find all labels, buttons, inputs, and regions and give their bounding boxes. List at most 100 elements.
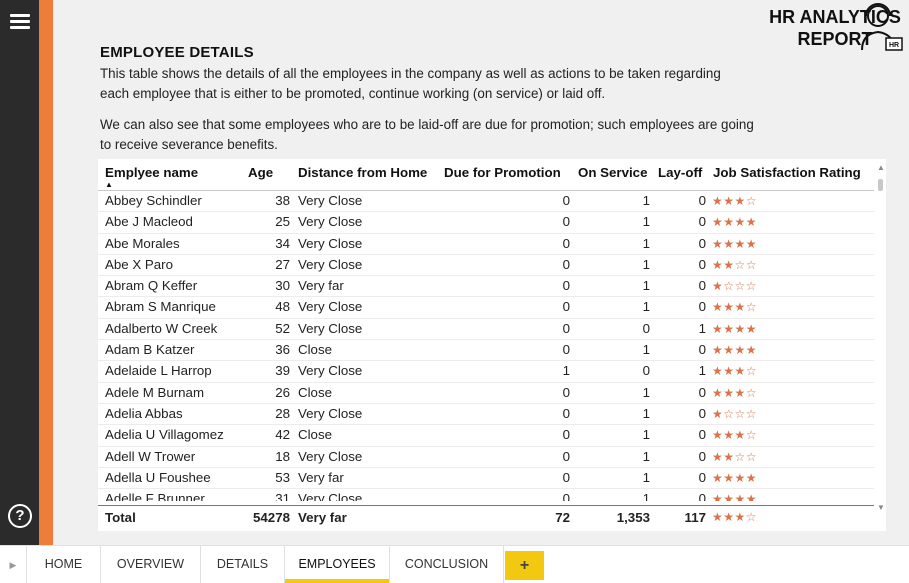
cell-distance: Very Close (298, 491, 363, 501)
section-paragraph-1: This table shows the details of all the … (100, 66, 721, 101)
cell-age: 48 (275, 299, 290, 315)
hr-person-icon: HR (861, 3, 903, 51)
employee-table[interactable]: Emplyee name ▲ Age Distance from Home Du… (98, 159, 886, 531)
cell-promotion: 0 (562, 256, 570, 272)
cell-distance: Very far (298, 469, 344, 485)
tab-employees[interactable]: EMPLOYEES (285, 546, 390, 583)
rating-stars: ★★★☆ (712, 364, 758, 379)
cell-distance: Very Close (298, 193, 363, 208)
cell-on-service: 1 (642, 405, 650, 421)
tab-home[interactable]: HOME (27, 546, 101, 583)
cell-promotion: 0 (562, 342, 570, 358)
cell-age: 28 (275, 405, 290, 421)
rating-stars: ★★☆☆ (712, 449, 758, 464)
scroll-down-icon[interactable]: ▼ (877, 503, 885, 512)
cell-layoff: 1 (698, 363, 706, 379)
cell-age: 52 (275, 320, 290, 336)
cell-layoff: 1 (698, 320, 706, 336)
cell-name: Abram S Manrique (105, 299, 216, 315)
cell-promotion: 0 (562, 448, 570, 464)
table-row[interactable]: Abram S Manrique 48 Very Close 0 1 0 ★★★☆ (98, 297, 874, 319)
total-label: Total (105, 510, 136, 525)
rating-stars: ★★☆☆ (712, 257, 758, 272)
table-row[interactable]: Adam B Katzer 36 Close 0 1 0 ★★★★ (98, 340, 874, 362)
cell-name: Adalberto W Creek (105, 320, 218, 336)
scroll-thumb[interactable] (878, 179, 883, 191)
rating-stars: ★★★☆ (712, 428, 758, 443)
cell-on-service: 1 (642, 384, 650, 400)
cell-name: Abram Q Keffer (105, 278, 198, 294)
tab-scroll-left-icon[interactable]: ▶ (0, 546, 27, 583)
cell-on-service: 1 (642, 427, 650, 443)
table-row[interactable]: Adalberto W Creek 52 Very Close 0 0 1 ★★★★ (98, 319, 874, 341)
table-row[interactable]: Abe Morales 34 Very Close 0 1 0 ★★★★ (98, 234, 874, 255)
cell-on-service: 1 (642, 469, 650, 485)
cell-promotion: 0 (562, 235, 570, 251)
cell-promotion: 0 (562, 384, 570, 400)
rating-stars: ★★★★ (712, 343, 758, 358)
total-rating-stars: ★★★☆ (712, 510, 758, 524)
cell-distance: Very Close (298, 448, 363, 464)
cell-name: Adam B Katzer (105, 342, 195, 358)
table-row[interactable]: Abe J Macleod 25 Very Close 0 1 0 ★★★★ (98, 212, 874, 234)
column-header-satisfaction[interactable]: Job Satisfaction Rating (713, 165, 861, 180)
cell-promotion: 1 (562, 363, 570, 379)
cell-on-service: 1 (642, 491, 650, 501)
cell-distance: Very Close (298, 363, 363, 379)
table-row[interactable]: Adell W Trower 18 Very Close 0 1 0 ★★☆☆ (98, 447, 874, 468)
total-on-service: 1,353 (616, 510, 650, 525)
cell-on-service: 1 (642, 342, 650, 358)
table-row[interactable]: Abe X Paro 27 Very Close 0 1 0 ★★☆☆ (98, 255, 874, 277)
cell-age: 36 (275, 342, 290, 358)
cell-layoff: 0 (698, 193, 706, 208)
cell-distance: Close (298, 384, 332, 400)
table-row[interactable]: Abram Q Keffer 30 Very far 0 1 0 ★☆☆☆ (98, 276, 874, 298)
cell-promotion: 0 (562, 214, 570, 230)
cell-layoff: 0 (698, 299, 706, 315)
help-icon[interactable]: ? (8, 504, 32, 528)
table-row[interactable]: Adella U Foushee 53 Very far 0 1 0 ★★★★ (98, 468, 874, 490)
column-header-name[interactable]: Emplyee name (105, 165, 198, 180)
cell-layoff: 0 (698, 384, 706, 400)
cell-on-service: 0 (642, 363, 650, 379)
scroll-up-icon[interactable]: ▲ (877, 163, 885, 172)
add-page-button[interactable]: + (505, 551, 544, 580)
column-header-on-service[interactable]: On Service (578, 165, 647, 180)
rating-stars: ★★★★ (712, 470, 758, 485)
cell-on-service: 1 (642, 448, 650, 464)
column-header-layoff[interactable]: Lay-off (658, 165, 702, 180)
cell-name: Adell W Trower (105, 448, 196, 464)
cell-name: Adele M Burnam (105, 384, 205, 400)
cell-name: Adelaide L Harrop (105, 363, 212, 379)
table-row[interactable]: Adele M Burnam 26 Close 0 1 0 ★★★☆ (98, 383, 874, 404)
table-row[interactable]: Adelia Abbas 28 Very Close 0 1 0 ★☆☆☆ (98, 404, 874, 426)
table-row[interactable]: Abbey Schindler 38 Very Close 0 1 0 ★★★☆ (98, 191, 874, 213)
tab-details[interactable]: DETAILS (201, 546, 285, 583)
cell-age: 26 (275, 384, 290, 400)
cell-layoff: 0 (698, 235, 706, 251)
cell-distance: Very Close (298, 214, 363, 230)
cell-promotion: 0 (562, 193, 570, 208)
table-row[interactable]: Adelle F Brunner 31 Very Close 0 1 0 ★★★★ (98, 489, 874, 501)
total-layoff: 117 (684, 510, 706, 525)
section-heading: EMPLOYEE DETAILS (100, 44, 254, 61)
table-row[interactable]: Adelaide L Harrop 39 Very Close 1 0 1 ★★★☆ (98, 361, 874, 383)
tab-conclusion[interactable]: CONCLUSION (390, 546, 504, 583)
cell-layoff: 0 (698, 342, 706, 358)
cell-distance: Very Close (298, 299, 363, 315)
table-scrollbar[interactable]: ▲ ▼ (874, 159, 886, 531)
hamburger-menu-icon[interactable] (10, 12, 30, 32)
cell-promotion: 0 (562, 278, 570, 294)
cell-age: 38 (275, 193, 290, 208)
table-row[interactable]: Adelia U Villagomez 42 Close 0 1 0 ★★★☆ (98, 425, 874, 447)
column-header-age[interactable]: Age (248, 165, 273, 180)
column-header-distance[interactable]: Distance from Home (298, 165, 427, 180)
rating-stars: ★★★★ (712, 236, 758, 251)
sort-ascending-icon[interactable]: ▲ (105, 180, 113, 189)
cell-name: Adelle F Brunner (105, 491, 205, 501)
cell-distance: Very Close (298, 256, 363, 272)
column-header-promotion[interactable]: Due for Promotion (444, 165, 561, 180)
tab-overview[interactable]: OVERVIEW (101, 546, 201, 583)
cell-layoff: 0 (698, 256, 706, 272)
hr-badge-text: HR (889, 42, 899, 49)
